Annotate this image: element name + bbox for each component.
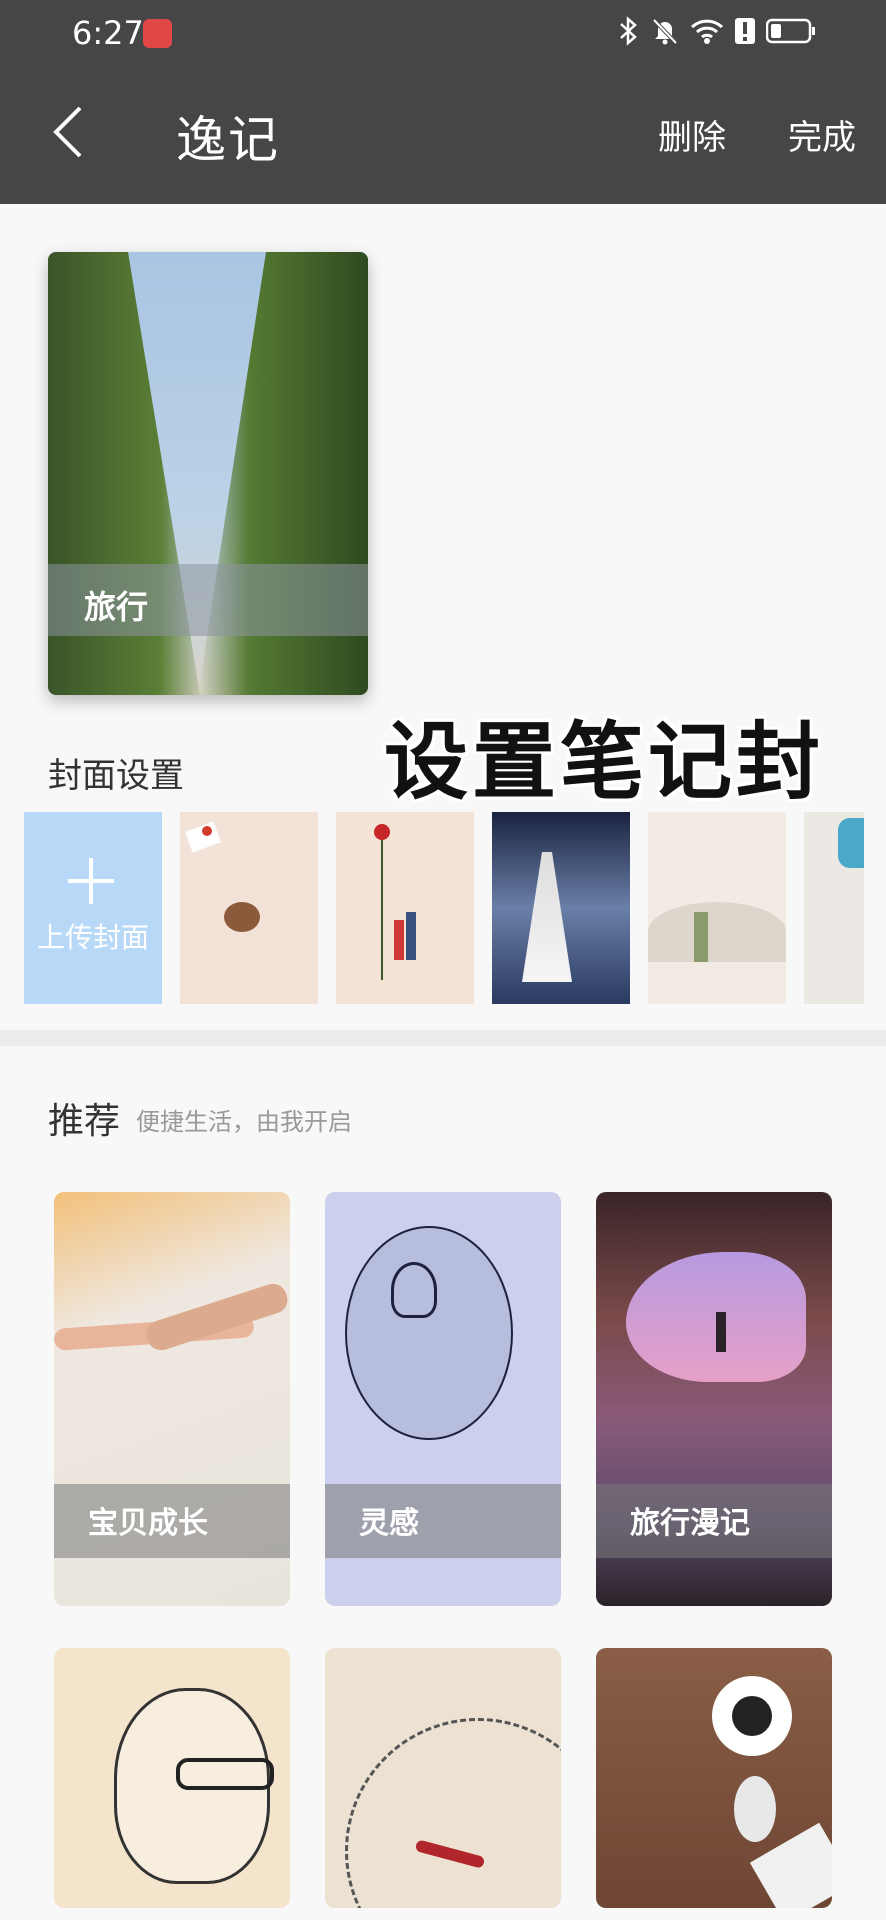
road-illustration (648, 902, 786, 962)
figure-illustration (694, 912, 708, 962)
battery-icon (765, 17, 816, 49)
recommend-card-time[interactable] (325, 1648, 561, 1908)
rose-illustration (374, 824, 390, 840)
recommend-card-travel[interactable]: 旅行漫记 (596, 1192, 832, 1606)
clock-illustration (345, 1718, 561, 1908)
person-silhouette (716, 1312, 726, 1352)
cover-thumb-2[interactable] (336, 812, 474, 1004)
upload-cover-label: 上传封面 (36, 921, 149, 954)
recommend-card-baby[interactable]: 宝贝成长 (54, 1192, 290, 1606)
back-button[interactable] (48, 104, 92, 160)
rose-stem (381, 840, 383, 980)
section-divider (0, 1030, 886, 1046)
upload-cover-button[interactable]: 上传封面 (24, 812, 162, 1004)
cover-thumb-5[interactable] (804, 812, 864, 1004)
chevron-left-icon (53, 106, 82, 158)
bulb-illustration (838, 818, 864, 868)
current-cover-image[interactable]: 旅行 (48, 252, 368, 695)
status-bar: 6:27 (0, 0, 886, 70)
glasses-illustration (176, 1758, 274, 1790)
wifi-icon (690, 17, 724, 49)
app-bar: 6:27 逸记 删除 完成 (0, 0, 886, 204)
card-label: 宝贝成长 (88, 1506, 208, 1541)
recommend-subtitle: 便捷生活，由我开启 (136, 1108, 352, 1136)
cover-thumb-3[interactable] (492, 812, 630, 1004)
coffee-illustration (732, 1696, 772, 1736)
figure-boy (406, 912, 416, 960)
hand-illustration-2 (142, 1280, 290, 1354)
status-icons (618, 16, 816, 50)
recommend-card-portrait[interactable] (54, 1648, 290, 1908)
cover-thumb-1[interactable] (180, 812, 318, 1004)
card-label: 旅行漫记 (630, 1506, 750, 1541)
notification-app-icon (143, 19, 172, 48)
cover-thumb-4[interactable] (648, 812, 786, 1004)
delete-button[interactable]: 删除 (658, 110, 726, 159)
card-label: 灵感 (359, 1506, 419, 1541)
balloon-illustration (345, 1226, 513, 1440)
recommend-card-inspiration[interactable]: 灵感 (325, 1192, 561, 1606)
food-illustration (224, 902, 260, 932)
figure-girl (394, 920, 404, 960)
done-button[interactable]: 完成 (788, 110, 856, 159)
alert-icon (734, 16, 756, 50)
lightbulb-icon (391, 1262, 437, 1318)
bride-illustration (522, 852, 572, 982)
page-title: 逸记 (176, 111, 280, 169)
plus-icon (68, 858, 114, 904)
recommend-title: 推荐 (48, 1101, 121, 1142)
mute-bell-icon (650, 16, 680, 50)
cover-settings-title: 封面设置 (48, 756, 184, 796)
tomato-illustration (202, 826, 212, 836)
cover-label: 旅行 (84, 588, 149, 626)
status-time: 6:27 (72, 14, 144, 52)
recommend-card-desk[interactable] (596, 1648, 832, 1908)
mouse-illustration (734, 1776, 776, 1842)
bluetooth-icon (618, 16, 640, 50)
